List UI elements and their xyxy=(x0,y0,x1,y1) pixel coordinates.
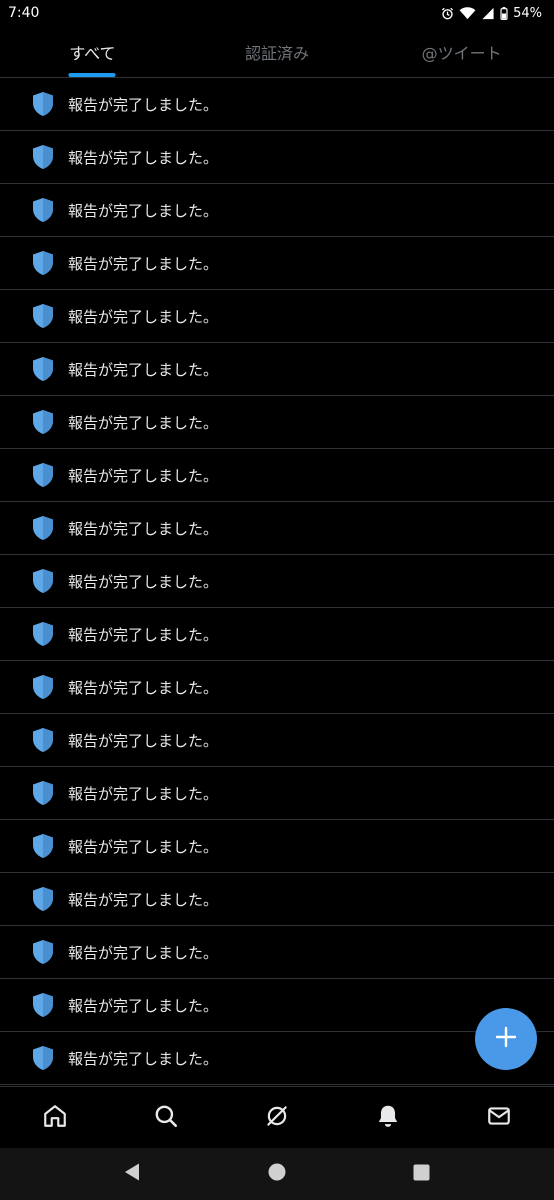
notifications-icon xyxy=(375,1103,401,1133)
notification-row[interactable]: 報告が完了しました。 xyxy=(0,396,554,449)
system-recents-button[interactable] xyxy=(402,1154,442,1194)
bottom-navigation xyxy=(0,1086,554,1148)
notification-text: 報告が完了しました。 xyxy=(68,625,219,644)
notification-text: 報告が完了しました。 xyxy=(68,466,219,485)
tab-label: 認証済み xyxy=(245,43,310,63)
notification-text: 報告が完了しました。 xyxy=(68,519,219,538)
notification-row[interactable]: 報告が完了しました。 xyxy=(0,502,554,555)
nav-notifications[interactable] xyxy=(332,1087,443,1148)
notification-text: 報告が完了しました。 xyxy=(68,307,219,326)
notification-row[interactable]: 報告が完了しました。 xyxy=(0,449,554,502)
notification-text: 報告が完了しました。 xyxy=(68,572,219,591)
shield-icon xyxy=(31,886,55,912)
shield-icon xyxy=(31,727,55,753)
shield-icon xyxy=(31,621,55,647)
shield-icon xyxy=(31,303,55,329)
notification-text: 報告が完了しました。 xyxy=(68,95,219,114)
tab-verified[interactable]: 認証済み xyxy=(185,26,370,77)
battery-percent: 54% xyxy=(513,5,542,21)
notification-row[interactable]: 報告が完了しました。 xyxy=(0,767,554,820)
notification-text: 報告が完了しました。 xyxy=(68,731,219,750)
notification-row[interactable]: 報告が完了しました。 xyxy=(0,184,554,237)
shield-icon xyxy=(31,1045,55,1071)
status-bar: 7:40 54% xyxy=(0,0,554,26)
recents-icon xyxy=(413,1164,430,1185)
tab-mentions[interactable]: @ツイート xyxy=(369,26,554,77)
shield-icon xyxy=(31,197,55,223)
notification-text: 報告が完了しました。 xyxy=(68,413,219,432)
status-time: 7:40 xyxy=(8,5,40,21)
nav-spaces[interactable] xyxy=(222,1087,333,1148)
notification-row[interactable]: 報告が完了しました。 xyxy=(0,714,554,767)
notification-text: 報告が完了しました。 xyxy=(68,201,219,220)
spaces-icon xyxy=(264,1103,290,1133)
system-back-button[interactable] xyxy=(112,1154,152,1194)
shield-icon xyxy=(31,992,55,1018)
notification-row[interactable]: 報告が完了しました。 xyxy=(0,78,554,131)
notification-text: 報告が完了しました。 xyxy=(68,678,219,697)
notification-list: 報告が完了しました。 報告が完了しました。 報告が完了しました。 報告が完了しました。… xyxy=(0,78,554,1085)
search-icon xyxy=(153,1103,179,1133)
notification-row[interactable]: 報告が完了しました。 xyxy=(0,131,554,184)
notification-tabs: すべて 認証済み @ツイート xyxy=(0,26,554,78)
signal-icon xyxy=(481,7,495,20)
notification-text: 報告が完了しました。 xyxy=(68,148,219,167)
notification-row[interactable]: 報告が完了しました。 xyxy=(0,555,554,608)
tab-label: @ツイート xyxy=(421,43,502,63)
notification-text: 報告が完了しました。 xyxy=(68,996,219,1015)
notification-text: 報告が完了しました。 xyxy=(68,837,219,856)
alarm-icon xyxy=(441,7,454,20)
home-circle-icon xyxy=(267,1162,287,1186)
shield-icon xyxy=(31,409,55,435)
shield-icon xyxy=(31,144,55,170)
notification-row[interactable]: 報告が完了しました。 xyxy=(0,979,554,1032)
back-icon xyxy=(123,1162,141,1186)
shield-icon xyxy=(31,462,55,488)
notification-text: 報告が完了しました。 xyxy=(68,254,219,273)
tab-active-indicator xyxy=(68,73,116,77)
notification-text: 報告が完了しました。 xyxy=(68,1049,219,1068)
notification-row[interactable]: 報告が完了しました。 xyxy=(0,1032,554,1085)
shield-icon xyxy=(31,674,55,700)
shield-icon xyxy=(31,91,55,117)
app-screen: 7:40 54% すべて 認証済み @ツイート 報告が完了しました。 報告が完了… xyxy=(0,0,554,1200)
notification-row[interactable]: 報告が完了しました。 xyxy=(0,237,554,290)
nav-home[interactable] xyxy=(0,1087,111,1148)
notification-row[interactable]: 報告が完了しました。 xyxy=(0,820,554,873)
compose-button[interactable] xyxy=(475,1008,537,1070)
tab-all[interactable]: すべて xyxy=(0,26,185,77)
plus-icon xyxy=(495,1026,517,1052)
nav-search[interactable] xyxy=(111,1087,222,1148)
shield-icon xyxy=(31,939,55,965)
shield-icon xyxy=(31,568,55,594)
tab-label: すべて xyxy=(69,43,116,63)
shield-icon xyxy=(31,833,55,859)
shield-icon xyxy=(31,780,55,806)
notification-text: 報告が完了しました。 xyxy=(68,890,219,909)
shield-icon xyxy=(31,250,55,276)
messages-icon xyxy=(486,1103,512,1133)
wifi-icon xyxy=(459,6,476,20)
system-home-button[interactable] xyxy=(257,1154,297,1194)
notification-text: 報告が完了しました。 xyxy=(68,360,219,379)
notification-row[interactable]: 報告が完了しました。 xyxy=(0,661,554,714)
notification-text: 報告が完了しました。 xyxy=(68,943,219,962)
notification-text: 報告が完了しました。 xyxy=(68,784,219,803)
status-icons: 54% xyxy=(441,6,542,21)
home-icon xyxy=(42,1103,68,1133)
shield-icon xyxy=(31,356,55,382)
notification-row[interactable]: 報告が完了しました。 xyxy=(0,343,554,396)
notification-row[interactable]: 報告が完了しました。 xyxy=(0,608,554,661)
system-navigation-bar xyxy=(0,1148,554,1200)
battery-icon xyxy=(500,6,508,20)
notification-row[interactable]: 報告が完了しました。 xyxy=(0,873,554,926)
notification-row[interactable]: 報告が完了しました。 xyxy=(0,290,554,343)
shield-icon xyxy=(31,515,55,541)
nav-messages[interactable] xyxy=(443,1087,554,1148)
notification-row[interactable]: 報告が完了しました。 xyxy=(0,926,554,979)
